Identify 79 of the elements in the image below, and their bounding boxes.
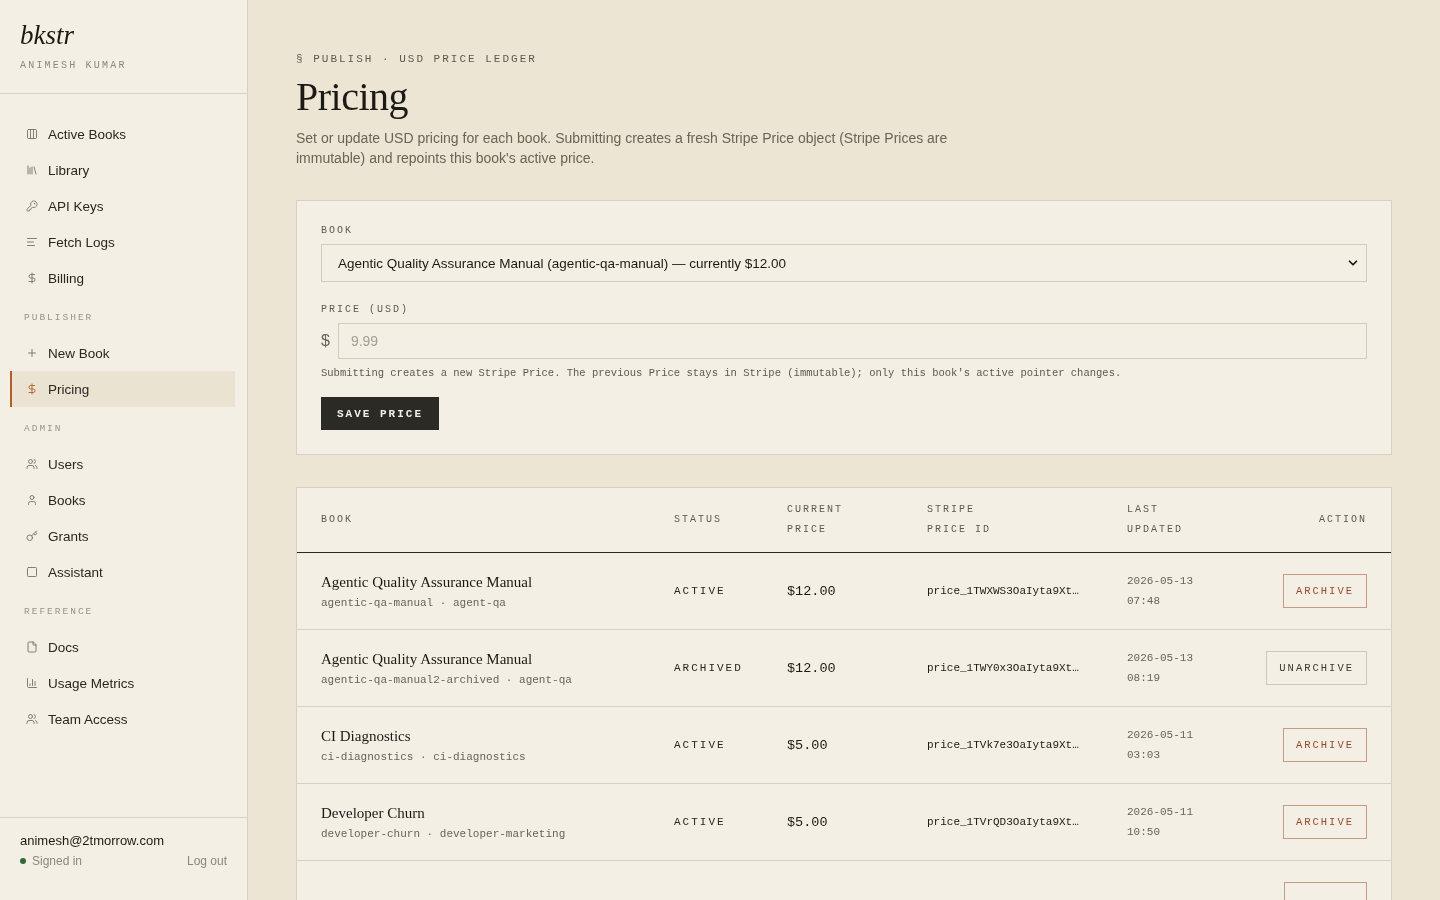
user-name: ANIMESH KUMAR — [20, 60, 127, 71]
columns-icon — [26, 128, 38, 140]
nav-item[interactable]: Fetch Logs — [10, 224, 235, 260]
price-value: $5.00 — [787, 737, 828, 753]
stripe-price-id: price_1TWXWS3OaIyta9Xt… — [927, 585, 1079, 597]
nav-item[interactable]: Pricing — [10, 371, 235, 407]
logo: bkstr — [20, 20, 74, 50]
status-label: ACTIVE — [674, 816, 726, 828]
status-label: ARCHIVED — [674, 662, 743, 674]
nav-item[interactable]: Docs — [10, 629, 235, 665]
archive-button[interactable]: ARCHIVE — [1282, 574, 1367, 608]
field-label: BOOK — [321, 225, 353, 236]
nav-item[interactable]: New Book — [10, 335, 235, 371]
unarchive-button[interactable]: UNARCHIVE — [1266, 651, 1367, 685]
nav-item[interactable]: Users — [10, 446, 235, 482]
stripe-price-id: price_1TVk7e3OaIyta9Xt… — [927, 739, 1079, 751]
nav-item[interactable]: Team Access — [10, 701, 235, 737]
column-header: STATUS — [674, 513, 722, 527]
nav-item[interactable]: Assistant — [10, 554, 235, 590]
square-icon — [26, 566, 38, 578]
nav-item[interactable]: Library — [10, 152, 235, 188]
book-select[interactable]: Agentic Quality Assurance Manual (agentic-qa-manual) — currently $12.00 — [321, 244, 1367, 282]
status-label: ACTIVE — [674, 739, 726, 751]
column-header: LAST UPDATED — [1127, 503, 1184, 537]
stripe-price-id: price_1TWY0x3OaIyta9Xt… — [927, 662, 1079, 674]
nav-item[interactable]: Books — [10, 482, 235, 518]
book-title: CI Diagnostics — [321, 727, 411, 745]
column-header: STRIPE PRICE ID — [927, 503, 992, 537]
book-title: Agentic Quality Assurance Manual — [321, 573, 533, 591]
page-description: Set or update USD pricing for each book. Submitting creates a fresh Stripe Price object (Stripe Prices are immutable) and repoints this book's active price. — [296, 129, 949, 168]
save-price-button[interactable]: SAVE PRICE — [321, 397, 439, 430]
stripe-price-id: price_1TVrQD3OaIyta9Xt… — [927, 816, 1079, 828]
section-heading: REFERENCE — [23, 605, 94, 619]
nav-item[interactable]: Billing — [10, 260, 235, 296]
price-value: $5.00 — [787, 814, 828, 830]
nav-item[interactable]: Active Books — [10, 116, 235, 152]
price-value: $12.00 — [787, 660, 836, 676]
users-icon — [26, 458, 38, 470]
dollar-icon — [26, 383, 38, 395]
dollar-icon — [26, 272, 38, 284]
account-email: animesh@2tmorrow.com — [20, 833, 164, 848]
archive-button[interactable]: ARCHIVE — [1282, 728, 1367, 762]
status-text: Signed in — [32, 854, 83, 868]
nav-item[interactable]: Grants — [10, 518, 235, 554]
plus-icon — [26, 347, 38, 359]
column-header: BOOK — [321, 513, 353, 527]
book-slug: agentic-qa-manual2-archived · agent-qa — [321, 673, 572, 686]
book-title: Developer Churn — [321, 804, 425, 822]
updated-time: 2026-05-11 10:50 — [1127, 805, 1193, 840]
key-icon — [26, 530, 38, 542]
nav-item[interactable]: API Keys — [10, 188, 235, 224]
nav-item[interactable]: Usage Metrics — [10, 665, 235, 701]
bar-chart-icon — [26, 677, 38, 689]
section-heading: ADMIN — [23, 422, 63, 436]
price-value: $12.00 — [787, 583, 836, 599]
archive-button[interactable]: ARCHIVE — [1282, 805, 1367, 839]
updated-time: 2026-05-13 08:19 — [1127, 651, 1193, 686]
file-icon — [26, 641, 38, 653]
library-icon — [26, 164, 38, 176]
users-icon — [26, 713, 38, 725]
key-icon — [26, 200, 38, 212]
book-title: Agentic Quality Assurance Manual — [321, 650, 533, 668]
updated-time: 2026-05-13 07:48 — [1127, 574, 1193, 609]
book-slug: agentic-qa-manual · agent-qa — [321, 596, 506, 609]
column-header: ACTION — [1319, 513, 1367, 527]
field-hint: Submitting creates a new Stripe Price. The previous Price stays in Stripe (immutable); only this book's active pointer changes. — [321, 367, 1122, 379]
price-input[interactable]: 9.99 — [337, 323, 1367, 359]
status-label: ACTIVE — [674, 585, 726, 597]
column-header: CURRENT PRICE — [787, 503, 844, 537]
book-slug: ci-diagnostics · ci-diagnostics — [321, 750, 526, 763]
section-heading: PUBLISHER — [23, 311, 94, 325]
breadcrumb: § PUBLISH · USD PRICE LEDGER — [296, 53, 537, 65]
currency-symbol: $ — [321, 332, 330, 350]
lines-icon — [26, 236, 38, 248]
book-slug: developer-churn · developer-marketing — [321, 827, 566, 840]
page-title: Pricing — [296, 73, 409, 120]
updated-time: 2026-05-11 03:03 — [1127, 728, 1193, 763]
field-label: PRICE (USD) — [321, 304, 409, 315]
user-icon — [26, 494, 38, 506]
